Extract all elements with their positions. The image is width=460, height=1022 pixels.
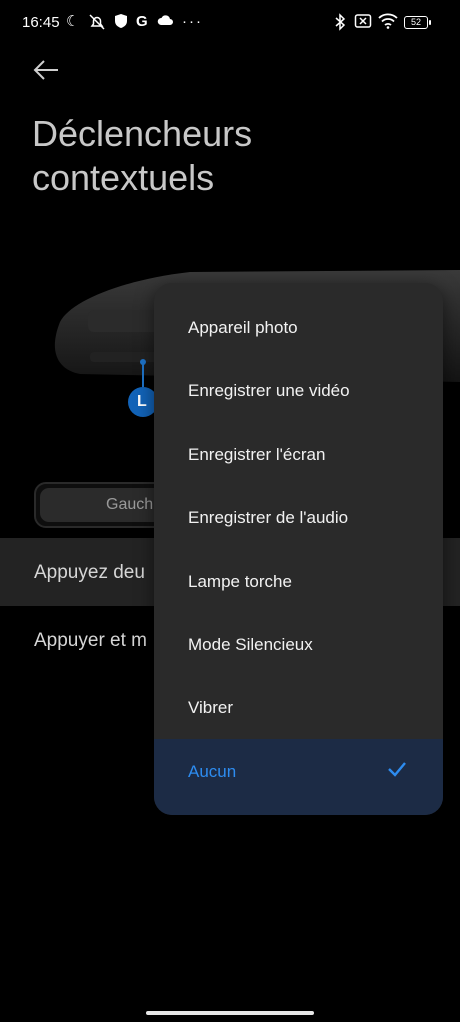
- more-notifications-icon: ···: [182, 13, 203, 30]
- shield-icon: [114, 13, 128, 34]
- moon-icon: ☾: [66, 13, 80, 30]
- menu-item-record-audio[interactable]: Enregistrer de l'audio: [154, 486, 443, 549]
- wifi-icon: [378, 13, 398, 34]
- menu-item-none[interactable]: Aucun: [154, 739, 443, 815]
- menu-item-record-video[interactable]: Enregistrer une vidéo: [154, 359, 443, 422]
- back-arrow-icon: [33, 60, 58, 80]
- menu-item-none-label: Aucun: [188, 762, 237, 781]
- notifications-off-icon: [88, 13, 106, 36]
- menu-item-camera[interactable]: Appareil photo: [154, 296, 443, 359]
- checkmark-icon: [388, 762, 406, 777]
- double-press-label: Appuyez deu: [34, 562, 145, 583]
- page-title: Déclencheurs contextuels: [32, 113, 253, 198]
- cloud-icon: [156, 13, 174, 32]
- battery-icon: 52: [404, 16, 431, 29]
- menu-item-silent-mode[interactable]: Mode Silencieux: [154, 613, 443, 676]
- menu-item-record-screen[interactable]: Enregistrer l'écran: [154, 423, 443, 486]
- back-button[interactable]: [30, 56, 64, 86]
- menu-item-vibrate[interactable]: Vibrer: [154, 676, 443, 739]
- google-icon: G: [136, 13, 148, 30]
- button-marker-label: L: [137, 393, 147, 410]
- menu-item-flashlight[interactable]: Lampe torche: [154, 550, 443, 613]
- status-time: 16:45: [22, 14, 60, 31]
- no-sim-icon: [354, 13, 372, 34]
- home-indicator[interactable]: [146, 1011, 314, 1015]
- action-popup-menu: Appareil photo Enregistrer une vidéo Enr…: [154, 283, 443, 815]
- bluetooth-icon: [334, 13, 346, 36]
- status-bar: 16:45 ☾ G ··· 52: [0, 0, 460, 46]
- press-hold-label: Appuyer et m: [34, 630, 147, 651]
